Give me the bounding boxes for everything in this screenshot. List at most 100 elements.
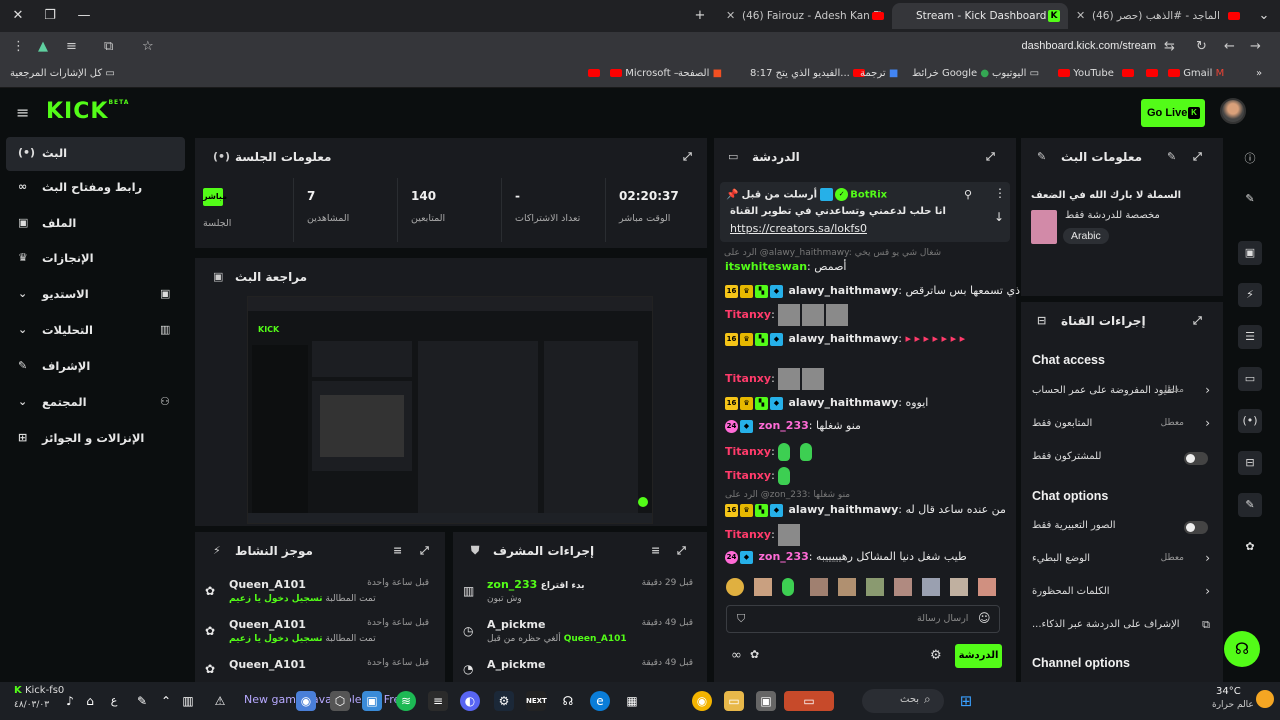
kick-logo[interactable]: KICKBETA	[46, 99, 129, 124]
chat-icon[interactable]: ▭	[1238, 367, 1262, 391]
account-age-row[interactable]: القيود المفروضة على عمر الحساب معطل ›	[1032, 383, 1212, 401]
tab-close-icon[interactable]: ✕	[726, 3, 735, 29]
chat-input-placeholder[interactable]: ارسال رسالة	[917, 613, 968, 624]
chat-username[interactable]: Titanxy	[725, 528, 771, 541]
ai-moderation-row[interactable]: ...الإشراف على الدردشة عبر الذكاء ⧉	[1032, 618, 1212, 635]
chat-username[interactable]: Titanxy	[725, 469, 771, 482]
tab-rashed[interactable]: ✕ (46) راشد الماجد - #الذهب (حصر	[1072, 3, 1244, 29]
pinned-message[interactable]: 📌 أرسلت من قبل ✓ BotRix ⚲ ⋮ انا حلب لدعمن…	[720, 182, 1010, 242]
go-live-button[interactable]: Go Live K	[1141, 99, 1205, 127]
chat-message[interactable]: Titanxy:	[725, 467, 800, 485]
gift-icon[interactable]: ✿	[1238, 535, 1262, 559]
more-bookmarks-icon[interactable]: »	[1256, 68, 1262, 79]
chat-message[interactable]: Titanxy:	[725, 368, 826, 390]
site-settings-icon[interactable]: ⇆	[1164, 39, 1175, 54]
chat-message[interactable]: 16 ♛ ▚ ◆ alawy_haithmawy: ▸ ▸ ▸ ▸ ▸ ▸ ▸	[725, 332, 965, 346]
file-explorer-icon[interactable]: ▭	[724, 691, 744, 711]
chat-message[interactable]: 24 ◆ zon_233: منو شغلها	[725, 419, 861, 433]
steam-icon[interactable]: ⚙	[494, 691, 514, 711]
edge-icon[interactable]: e	[590, 691, 610, 711]
emote-image[interactable]	[978, 578, 996, 596]
arrow-down-icon[interactable]: ↓	[994, 210, 1004, 224]
followers-only-row[interactable]: المتابعون فقط معطل ›	[1032, 416, 1212, 434]
stream-preview-video[interactable]: KICK	[247, 296, 653, 524]
chat-username[interactable]: alawy_haithmawy	[789, 284, 899, 297]
bookmark-video[interactable]: 8:17 الفيديو الذي يتح...	[750, 68, 865, 79]
chat-message[interactable]: itswhiteswan: أصمص	[725, 260, 846, 273]
app-icon[interactable]: ▭	[784, 691, 834, 711]
support-headset-icon[interactable]: ☊	[1224, 631, 1260, 667]
category-thumbnail[interactable]	[1031, 210, 1057, 244]
all-bookmarks[interactable]: كل الإشارات المرجعية ▭	[10, 68, 115, 79]
chat-message[interactable]: 16 ♛ ▚ ◆ alawy_haithmawy: ذي تسمعها بس ساتر…	[725, 284, 1020, 298]
send-chat-button[interactable]: الدردشة	[955, 644, 1002, 668]
discord-icon[interactable]: ◐	[460, 691, 480, 711]
sidebar-item-stream-key[interactable]: ∞ رابط ومفتاح البث	[6, 171, 185, 205]
expand-icon[interactable]: ⤢	[683, 150, 692, 164]
emote-image[interactable]	[754, 578, 772, 596]
chat-message[interactable]: Titanxy:	[725, 304, 850, 326]
chat-username[interactable]: itswhiteswan	[725, 260, 807, 273]
emote-image[interactable]	[950, 578, 968, 596]
new-tab-icon[interactable]: +	[688, 6, 712, 26]
sidebar-item-studio[interactable]: ⌄ الاستديو ▣	[6, 278, 185, 312]
language-icon[interactable]: ع	[104, 691, 124, 711]
news-widget-text[interactable]: New games available for Free!	[244, 693, 411, 706]
tab-close-icon[interactable]: ✕	[1076, 3, 1085, 29]
weather-temp[interactable]: 34°C	[1216, 686, 1241, 697]
bookmark-microsoft[interactable]: Microsoft –	[610, 68, 679, 79]
chat-username[interactable]: alawy_haithmawy	[789, 396, 899, 409]
menu-dots-icon[interactable]: ⋮	[12, 39, 25, 54]
chat-username[interactable]: alawy_haithmawy	[789, 332, 899, 345]
chrome-icon[interactable]: ◉	[692, 691, 712, 711]
pin-icon[interactable]: ⚲	[964, 188, 972, 201]
extensions-icon[interactable]: ≡	[66, 39, 77, 54]
back-icon[interactable]: →	[1250, 39, 1261, 54]
bookmark-star-icon[interactable]: ☆	[142, 39, 154, 54]
subscribers-only-toggle[interactable]	[1184, 452, 1208, 465]
bolt-icon[interactable]: ⚡	[1238, 283, 1262, 307]
chat-username[interactable]: alawy_haithmawy	[789, 503, 899, 516]
close-window-icon[interactable]: ✕	[6, 6, 30, 26]
maximize-window-icon[interactable]: ❐	[38, 6, 62, 26]
tab-search-icon[interactable]: ⧉	[104, 39, 113, 54]
bookmark-gmail[interactable]: Gmail M	[1168, 68, 1224, 79]
tab-fairouz[interactable]: ✕ (46) Fairouz - Adesh Kan Fi	[722, 3, 888, 29]
filter-icon[interactable]: ≡	[651, 544, 660, 557]
expand-icon[interactable]: ⤢	[420, 544, 429, 558]
expand-icon[interactable]: ⤢	[677, 544, 686, 558]
emoji-icon[interactable]: ☺	[978, 611, 991, 625]
bookmark-youtube[interactable]: YouTube	[1058, 68, 1114, 79]
chat-username[interactable]: Titanxy	[725, 372, 771, 385]
bookmark-youtube-ar[interactable]: اليوتيوب ▭	[992, 68, 1039, 79]
chat-message[interactable]: Titanxy:	[725, 524, 802, 546]
bookmark-maps[interactable]: خرائط Google ●	[912, 68, 989, 79]
tab-search-icon[interactable]: ⌄	[1252, 6, 1276, 26]
chat-username[interactable]: Titanxy	[725, 308, 771, 321]
pinned-link[interactable]: https://creators.sa/lokfs0	[730, 222, 867, 235]
bookmark-yt-2[interactable]	[1122, 68, 1134, 79]
pencil-icon[interactable]: ✎	[1238, 187, 1262, 211]
bookmark-translate[interactable]: ترجمة ■	[860, 68, 898, 79]
headphones-icon[interactable]: ☊	[558, 691, 578, 711]
alert-icon[interactable]: ⚠	[210, 691, 230, 711]
network-icon[interactable]: ⌂	[80, 691, 100, 711]
banned-words-row[interactable]: الكلمات المحظورة ›	[1032, 584, 1212, 602]
chart-icon[interactable]: ▥	[178, 691, 198, 711]
windows-start-icon[interactable]: ⊞	[956, 691, 976, 711]
gift-icon[interactable]: ✿	[750, 648, 759, 661]
emotes-only-toggle[interactable]	[1184, 521, 1208, 534]
expand-icon[interactable]: ⤢	[1193, 150, 1202, 164]
list-icon[interactable]: ☰	[1238, 325, 1262, 349]
spotify-icon[interactable]: ≋	[396, 691, 416, 711]
expand-icon[interactable]: ⤢	[986, 150, 995, 164]
app-icon[interactable]: NEXT	[526, 691, 547, 711]
tab-kick-dashboard[interactable]: Stream - Kick Dashboard K	[892, 3, 1068, 29]
url-text[interactable]: dashboard.kick.com/stream	[1022, 40, 1157, 52]
emote-image[interactable]	[782, 578, 794, 596]
bookmark-yt-1[interactable]	[588, 68, 600, 79]
chat-message[interactable]: 16 ♛ ▚ ◆ alawy_haithmawy: ايووه	[725, 396, 928, 410]
expand-icon[interactable]: ⤢	[1193, 314, 1202, 328]
volume-icon[interactable]: ♪	[60, 691, 80, 711]
bookmark-yt-3[interactable]	[1146, 68, 1158, 79]
